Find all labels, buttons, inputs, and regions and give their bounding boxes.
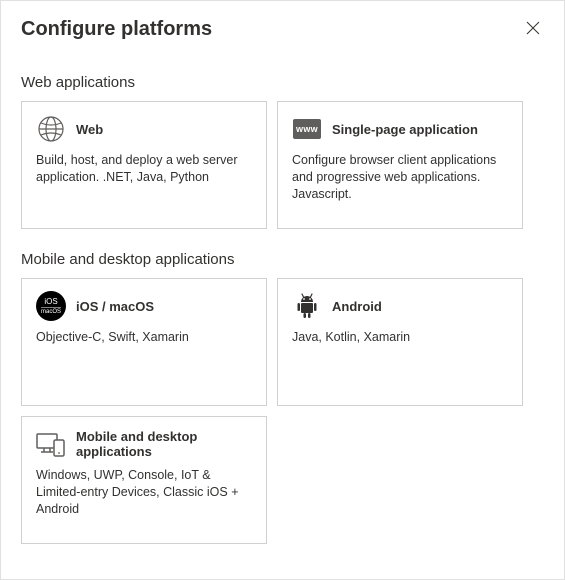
panel-header: Configure platforms [1, 1, 564, 52]
platform-card-ios[interactable]: iOS macOS iOS / macOS Objective-C, Swift… [21, 278, 267, 406]
panel-title: Configure platforms [21, 18, 212, 41]
card-header: www Single-page application [292, 114, 508, 144]
card-description: Windows, UWP, Console, IoT & Limited-ent… [36, 467, 252, 518]
card-title: Web [76, 122, 103, 137]
card-header: Mobile and desktop applications [36, 429, 252, 459]
web-card-grid: Web Build, host, and deploy a web server… [21, 101, 544, 229]
close-button[interactable] [522, 17, 544, 42]
card-title: Android [332, 299, 382, 314]
card-header: iOS macOS iOS / macOS [36, 291, 252, 321]
mobile-card-grid: iOS macOS iOS / macOS Objective-C, Swift… [21, 278, 544, 544]
card-title: iOS / macOS [76, 299, 154, 314]
ios-macos-icon: iOS macOS [36, 291, 66, 321]
card-description: Java, Kotlin, Xamarin [292, 329, 508, 346]
platform-card-desktop[interactable]: Mobile and desktop applications Windows,… [21, 416, 267, 544]
card-header: Android [292, 291, 508, 321]
card-header: Web [36, 114, 252, 144]
www-icon: www [292, 114, 322, 144]
card-description: Objective-C, Swift, Xamarin [36, 329, 252, 346]
card-description: Build, host, and deploy a web server app… [36, 152, 252, 186]
card-title: Mobile and desktop applications [76, 429, 252, 459]
section-title-web: Web applications [21, 74, 544, 91]
card-description: Configure browser client applications an… [292, 152, 508, 203]
section-title-mobile: Mobile and desktop applications [21, 251, 544, 268]
panel-content: Web applications Web Build, host, and de… [1, 74, 564, 564]
desktop-mobile-icon [36, 429, 66, 459]
close-icon [526, 21, 540, 38]
platform-card-web[interactable]: Web Build, host, and deploy a web server… [21, 101, 267, 229]
platform-card-spa[interactable]: www Single-page application Configure br… [277, 101, 523, 229]
card-title: Single-page application [332, 122, 478, 137]
platform-card-android[interactable]: Android Java, Kotlin, Xamarin [277, 278, 523, 406]
globe-icon [36, 114, 66, 144]
android-icon [292, 291, 322, 321]
